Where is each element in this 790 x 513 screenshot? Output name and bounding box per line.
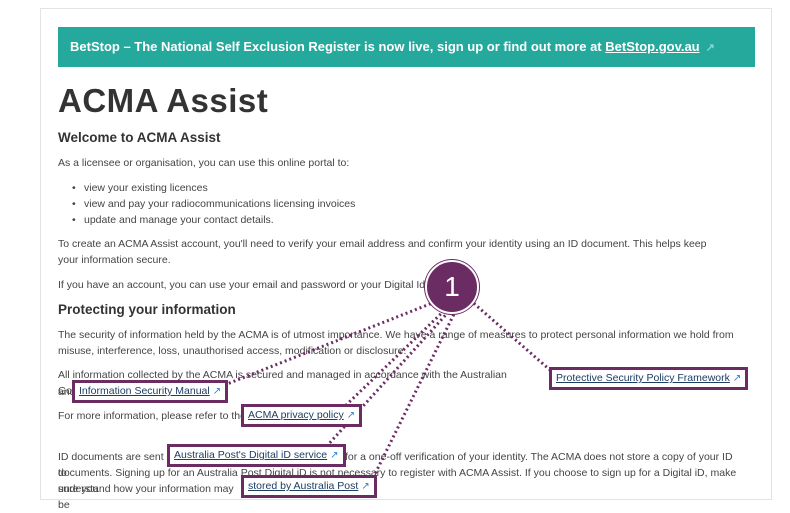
stored-by-link-label: stored by Australia Post: [248, 480, 359, 492]
external-link-icon: ↗: [212, 386, 222, 397]
digital-id-link[interactable]: Australia Post's Digital iD service ↗: [167, 444, 346, 467]
external-link-icon: ↗: [346, 410, 356, 421]
ism-link-label: Information Security Manual: [79, 385, 210, 397]
callout-connector-lines: [221, 298, 551, 481]
callout-marker: 1: [425, 260, 479, 314]
external-link-icon: ↗: [732, 373, 742, 384]
pspf-link[interactable]: Protective Security Policy Framework ↗: [549, 367, 749, 390]
external-link-icon: ↗: [361, 481, 370, 492]
external-link-icon: ↗: [330, 450, 339, 461]
privacy-policy-link-label: ACMA privacy policy: [248, 409, 344, 421]
pspf-link-label: Protective Security Policy Framework: [556, 372, 730, 384]
digital-id-link-label: Australia Post's Digital iD service: [174, 449, 328, 461]
ism-link[interactable]: Information Security Manual ↗: [72, 380, 229, 403]
stored-by-link[interactable]: stored by Australia Post ↗: [241, 475, 377, 498]
privacy-policy-link[interactable]: ACMA privacy policy ↗: [241, 404, 363, 427]
